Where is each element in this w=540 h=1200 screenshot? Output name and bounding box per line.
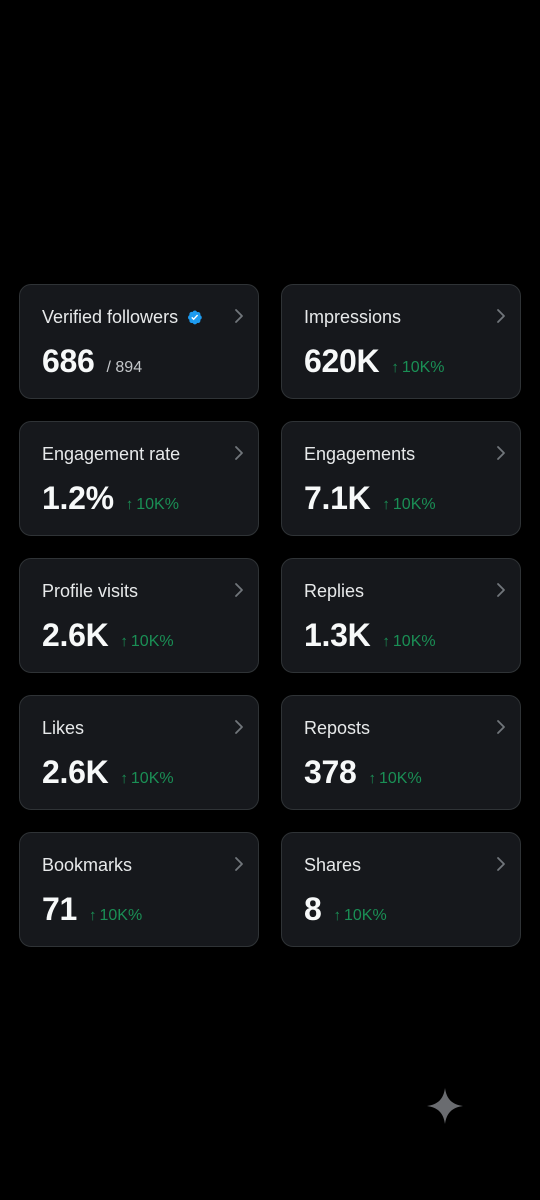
metric-value: 1.3K — [304, 617, 371, 653]
metric-title: Profile visits — [42, 581, 139, 601]
metric-value-row: 378 ↑ 10K% — [304, 754, 422, 791]
arrow-up-icon: ↑ — [391, 359, 399, 376]
metric-value: 620K — [304, 343, 380, 379]
metric-title: Reposts — [304, 718, 371, 738]
arrow-up-icon: ↑ — [89, 907, 97, 924]
metric-value: 71 — [42, 891, 77, 927]
arrow-up-icon: ↑ — [120, 633, 128, 650]
metric-value: 8 — [304, 891, 322, 927]
metric-card-replies[interactable]: Replies 1.3K ↑ 10K% — [281, 558, 521, 673]
metric-title: Replies — [304, 581, 365, 601]
metric-change: ↑ 10K% — [382, 496, 435, 514]
verified-badge-icon — [188, 310, 202, 325]
metric-value-row: 2.6K ↑ 10K% — [42, 754, 174, 791]
metric-value: 2.6K — [42, 754, 109, 790]
metric-title: Impressions — [304, 307, 402, 327]
metric-card-profile-visits[interactable]: Profile visits 2.6K ↑ 10K% — [19, 558, 259, 673]
metric-change-value: 10K% — [392, 633, 436, 650]
arrow-up-icon: ↑ — [125, 496, 134, 513]
metric-card-likes[interactable]: Likes 2.6K ↑ 10K% — [19, 695, 259, 810]
chevron-right-icon — [497, 720, 505, 734]
arrow-up-icon: ↑ — [368, 770, 377, 787]
chevron-right-icon — [497, 309, 505, 323]
metric-value-row: 7.1K ↑ 10K% — [304, 480, 436, 517]
metric-title: Shares — [304, 855, 362, 875]
chevron-right-icon — [497, 446, 505, 460]
arrow-up-icon: ↑ — [333, 907, 342, 924]
metric-change-value: 10K% — [99, 907, 143, 924]
metric-change: ↑ 10K% — [334, 907, 387, 925]
chevron-right-icon — [497, 583, 505, 597]
metric-value: 378 — [304, 754, 357, 790]
metric-value-row: 1.2% ↑ 10K% — [42, 480, 179, 517]
metric-value: 2.6K — [42, 617, 109, 653]
metric-change-value: 10K% — [344, 907, 387, 924]
metric-card-verified-followers[interactable]: Verified followers 686 / 894 — [19, 284, 259, 399]
metric-change: ↑ 10K% — [391, 359, 444, 377]
metric-card-impressions[interactable]: Impressions 620K ↑ 10K% — [281, 284, 521, 399]
metric-card-engagements[interactable]: Engagements 7.1K ↑ 10K% — [281, 421, 521, 536]
metric-change: ↑ 10K% — [126, 496, 179, 514]
metric-value-row: 71 ↑ 10K% — [42, 891, 142, 928]
metric-title: Engagement rate — [42, 444, 181, 464]
metric-title: Bookmarks — [42, 855, 133, 875]
metric-change-value: 10K% — [136, 496, 179, 513]
metric-change-value: 10K% — [130, 770, 174, 787]
arrow-up-icon: ↑ — [120, 770, 128, 787]
metric-card-shares[interactable]: Shares 8 ↑ 10K% — [281, 832, 521, 947]
arrow-up-icon: ↑ — [382, 633, 390, 650]
metric-title: Engagements — [304, 444, 416, 464]
metric-total: / 894 — [106, 359, 143, 376]
metric-value-row: 2.6K ↑ 10K% — [42, 617, 174, 654]
chevron-right-icon — [235, 309, 243, 323]
metric-value: 7.1K — [304, 480, 371, 516]
metric-card-engagement-rate[interactable]: Engagement rate 1.2% ↑ 10K% — [19, 421, 259, 536]
metric-value-row: 620K ↑ 10K% — [304, 343, 445, 380]
metric-card-bookmarks[interactable]: Bookmarks 71 ↑ 10K% — [19, 832, 259, 947]
metric-change: ↑ 10K% — [89, 907, 142, 925]
metric-change: ↑ 10K% — [120, 770, 173, 788]
chevron-right-icon — [235, 857, 243, 871]
chevron-right-icon — [235, 446, 243, 460]
sparkle-icon — [427, 1088, 463, 1124]
chevron-right-icon — [235, 720, 243, 734]
metric-value: 686 — [42, 343, 95, 379]
metric-change: ↑ 10K% — [369, 770, 422, 788]
metric-change-value: 10K% — [130, 633, 174, 650]
metric-change: ↑ 10K% — [382, 633, 435, 651]
metric-title-label: Verified followers — [42, 307, 179, 327]
metric-value: 1.2% — [42, 480, 114, 516]
metric-change-value: 10K% — [379, 770, 422, 787]
metric-value-row: 8 ↑ 10K% — [304, 891, 387, 928]
metric-change-value: 10K% — [392, 496, 436, 513]
metric-card-reposts[interactable]: Reposts 378 ↑ 10K% — [281, 695, 521, 810]
analytics-metrics-grid: Verified followers 686 / 894 Impressions… — [19, 284, 521, 947]
metric-change-value: 10K% — [401, 359, 445, 376]
arrow-up-icon: ↑ — [382, 496, 390, 513]
metric-value-row: 686 / 894 — [42, 343, 142, 380]
metric-value-row: 1.3K ↑ 10K% — [304, 617, 436, 654]
metric-title: Verified followers — [42, 307, 203, 328]
chevron-right-icon — [497, 857, 505, 871]
metric-title: Likes — [42, 718, 85, 738]
metric-change: ↑ 10K% — [120, 633, 173, 651]
chevron-right-icon — [235, 583, 243, 597]
